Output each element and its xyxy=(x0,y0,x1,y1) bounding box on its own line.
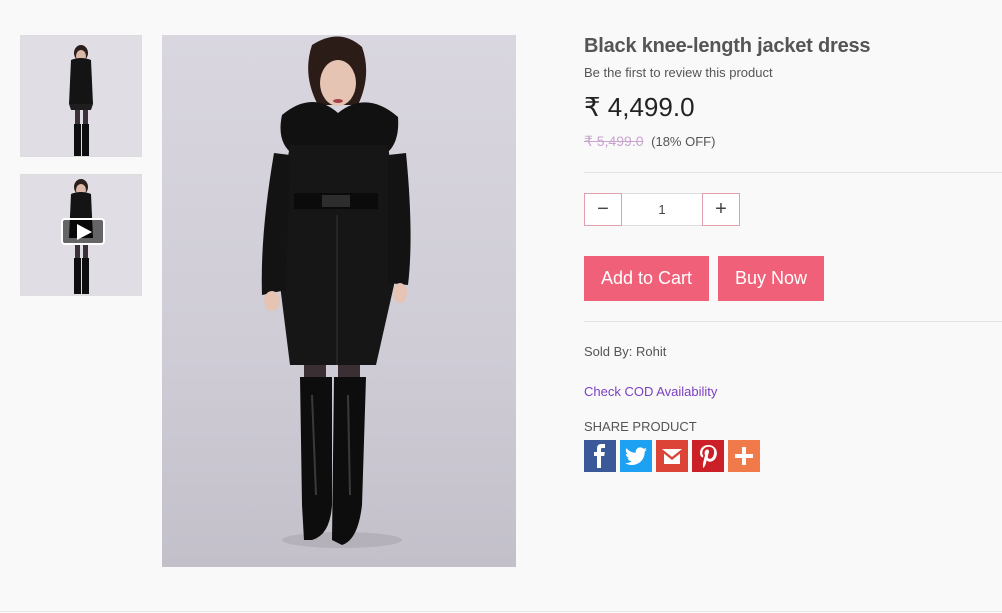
model-illustration xyxy=(261,36,411,548)
product-title: Black knee-length jacket dress xyxy=(584,35,871,57)
check-cod-link[interactable]: Check COD Availability xyxy=(584,384,1002,399)
thumbnail-gallery xyxy=(20,35,142,313)
gmail-icon[interactable] xyxy=(656,440,688,472)
price-compare-row: ₹ 5,499.0 (18% OFF) xyxy=(584,133,1002,150)
review-prompt[interactable]: Be the first to review this product xyxy=(584,65,1002,80)
share-buttons xyxy=(584,440,1002,472)
thumbnail-video[interactable] xyxy=(20,174,142,296)
divider xyxy=(584,321,1002,322)
share-label: SHARE PRODUCT xyxy=(584,419,697,434)
purchase-actions: Add to Cart Buy Now xyxy=(584,256,1002,301)
pinterest-icon[interactable] xyxy=(692,440,724,472)
original-price: ₹ 5,499.0 xyxy=(584,133,644,149)
quantity-input[interactable] xyxy=(622,193,702,226)
play-icon[interactable] xyxy=(61,218,105,245)
facebook-icon[interactable] xyxy=(584,440,616,472)
decrease-quantity-button[interactable]: − xyxy=(584,193,622,226)
product-main-image[interactable] xyxy=(162,35,516,567)
more-share-icon[interactable] xyxy=(728,440,760,472)
increase-quantity-button[interactable]: + xyxy=(702,193,740,226)
currency-symbol: ₹ xyxy=(584,92,601,122)
buy-now-button[interactable]: Buy Now xyxy=(718,256,824,301)
product-price: ₹ 4,499.0 xyxy=(584,92,1002,123)
divider xyxy=(584,172,1002,173)
discount-badge: (18% OFF) xyxy=(651,134,716,149)
product-photo-thumbnail xyxy=(21,36,141,156)
seller-info: Sold By: Rohit xyxy=(584,344,667,359)
price-value: 4,499.0 xyxy=(607,92,695,122)
add-to-cart-button[interactable]: Add to Cart xyxy=(584,256,709,301)
thumbnail-photo[interactable] xyxy=(20,35,142,157)
page-bottom-divider xyxy=(0,611,1002,612)
product-info-panel: Black knee-length jacket dress Be the fi… xyxy=(584,35,1002,472)
twitter-icon[interactable] xyxy=(620,440,652,472)
quantity-stepper: − + xyxy=(584,193,1002,226)
